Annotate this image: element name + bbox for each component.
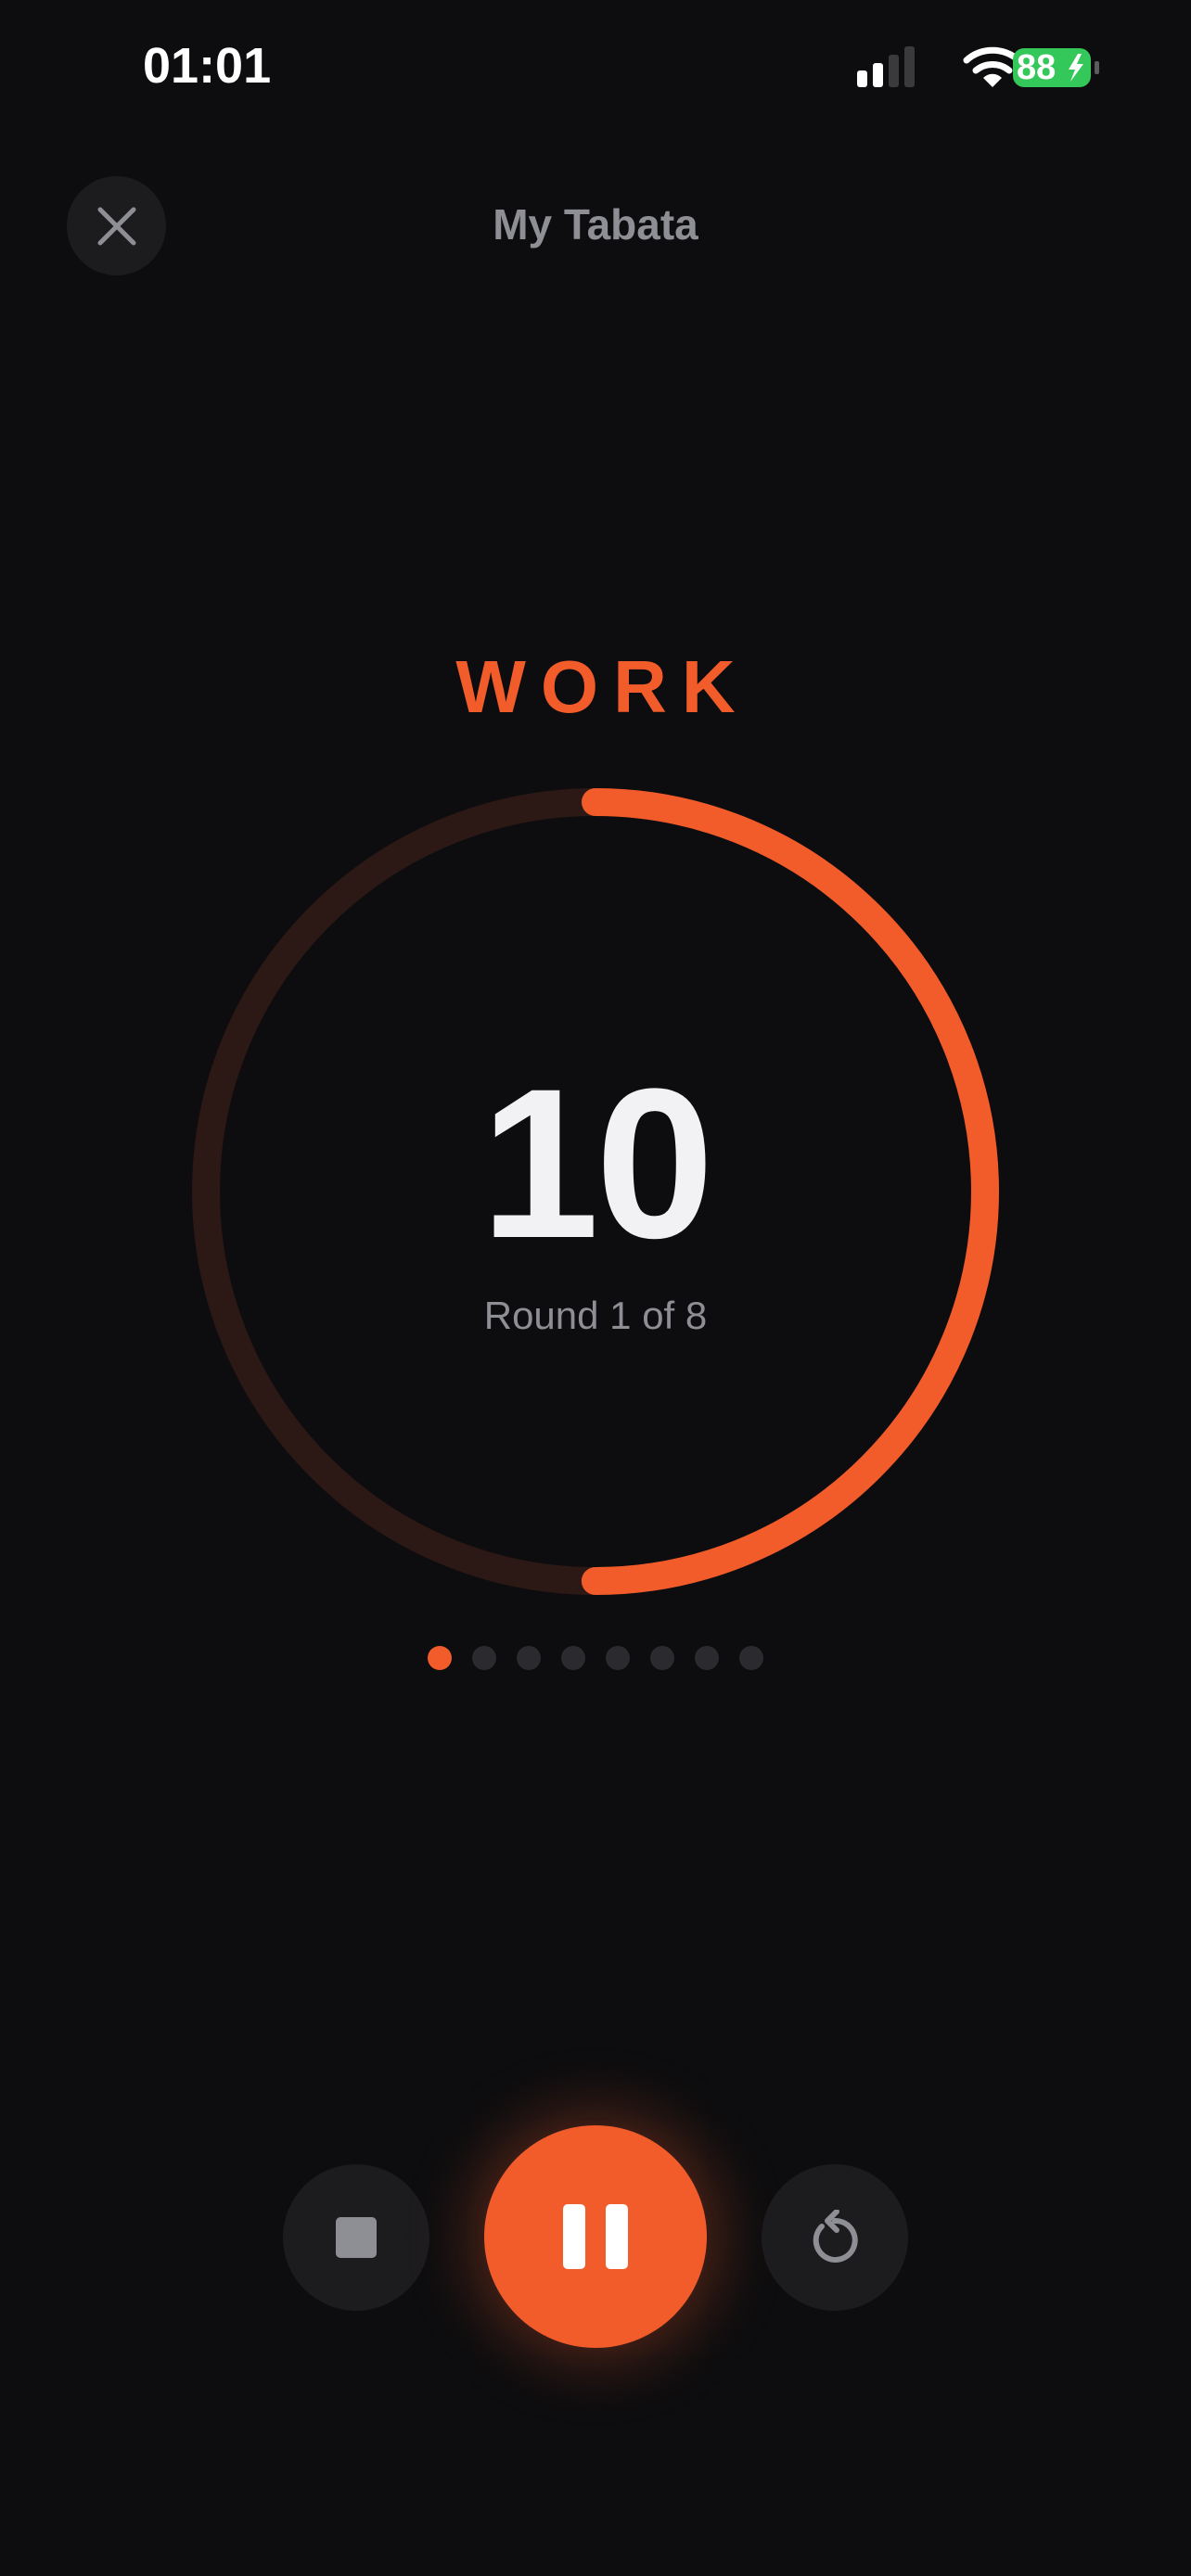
signal-icon (857, 46, 915, 87)
stop-icon (336, 2217, 377, 2258)
phase-label: WORK (455, 645, 750, 728)
round-indicator: Round 1 of 8 (483, 1294, 708, 1337)
pause-icon-bar (606, 2204, 628, 2269)
stop-button[interactable] (283, 2164, 429, 2311)
round-dot-2 (472, 1646, 496, 1670)
wifi-icon (963, 46, 1022, 87)
status-icons (855, 45, 1106, 96)
round-dots (0, 1646, 1191, 1670)
battery-level: 88 (1017, 48, 1057, 87)
countdown-seconds: 10 (480, 1044, 714, 1282)
round-dot-4 (561, 1646, 585, 1670)
restart-button[interactable] (762, 2164, 908, 2311)
round-dot-5 (606, 1646, 630, 1670)
pause-button[interactable] (484, 2125, 707, 2348)
round-dot-6 (650, 1646, 674, 1670)
round-dot-7 (695, 1646, 719, 1670)
status-time: 01:01 (143, 38, 272, 94)
pause-icon (563, 2204, 585, 2269)
round-dot-3 (517, 1646, 541, 1670)
round-dot-1 (428, 1646, 452, 1670)
restart-icon (813, 2210, 858, 2263)
page-title: My Tabata (493, 200, 698, 249)
round-dot-8 (739, 1646, 763, 1670)
